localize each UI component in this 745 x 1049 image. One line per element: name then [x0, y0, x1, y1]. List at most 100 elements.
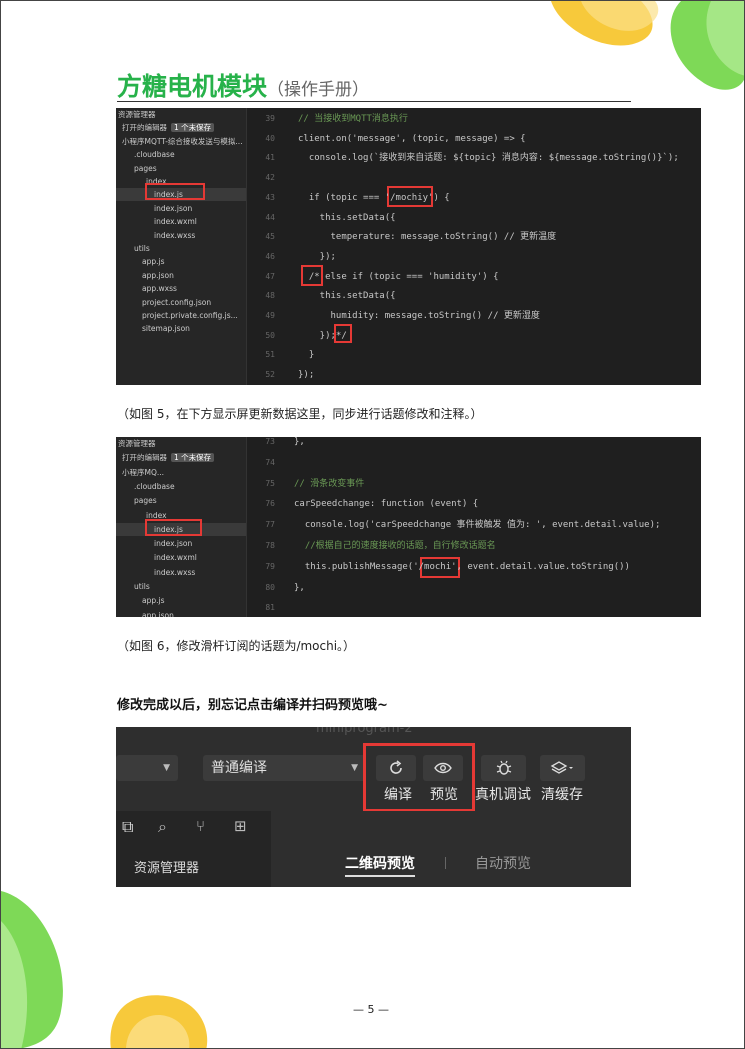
sidebar-item[interactable]: .cloudbase — [116, 480, 246, 493]
title-divider — [117, 101, 631, 102]
highlight-compile-preview — [363, 743, 475, 812]
line-number: 73 — [265, 437, 275, 446]
line-number: 45 — [265, 232, 275, 242]
line-number: 80 — [265, 582, 275, 592]
sidebar-item-label: app.js — [142, 257, 165, 267]
sidebar-item[interactable]: index.json — [116, 537, 246, 550]
git-branch-icon[interactable]: ⑂ — [196, 817, 205, 835]
sidebar-item[interactable]: project.config.json — [116, 296, 246, 309]
sidebar-item[interactable]: index.json — [116, 202, 246, 215]
document-page: 方糖电机模块（操作手册） 资源管理器 打开的编辑器 1 个未保存 小程序MQTT-综合… — [0, 0, 745, 1049]
bottom-panel: ⧉ ⌕ ⑂ ⊞ 资源管理器 二维码预览 自动预览 — [116, 811, 631, 887]
line-number: 75 — [265, 478, 275, 488]
remote-debug-button[interactable] — [481, 755, 526, 781]
sidebar-item[interactable]: 打开的编辑器 1 个未保存 — [116, 121, 246, 134]
project-dropdown[interactable]: ▼ — [116, 755, 178, 781]
sidebar-item-label: app.wxss — [142, 284, 177, 294]
sidebar-item[interactable]: app.json — [116, 269, 246, 282]
line-number: 79 — [265, 561, 275, 571]
caption-figure-6: （如图 6，修改滑杆订阅的话题为/mochi。） — [117, 639, 356, 653]
page-number: — 5 — — [353, 1003, 389, 1016]
sidebar-item[interactable]: index.wxss — [116, 229, 246, 242]
sidebar-item-label: 小程序MQTT-综合接收发送与模拟... — [122, 136, 243, 146]
sidebar-item-label: project.config.json — [142, 297, 212, 307]
compile-mode-select[interactable]: 普通编译 ▼ — [203, 755, 366, 781]
figure-6-code-editor: 资源管理器打开的编辑器 1 个未保存小程序MQ... .cloudbase pages… — [116, 437, 701, 617]
search-icon[interactable]: ⌕ — [158, 817, 167, 837]
sidebar-item[interactable]: sitemap.json — [116, 322, 246, 335]
line-number: 74 — [265, 457, 275, 467]
line-number: 41 — [265, 153, 275, 163]
bug-icon — [496, 760, 511, 775]
sidebar-item-label: project.private.config.js... — [142, 311, 238, 320]
clear-cache-button[interactable] — [540, 755, 585, 781]
sidebar-item[interactable]: utils — [116, 242, 246, 255]
line-number: 39 — [265, 114, 275, 123]
sidebar-item-label: .cloudbase — [134, 481, 175, 491]
tab-qr-preview[interactable]: 二维码预览 — [345, 853, 415, 877]
code-line: temperature: message.toString() // 更新温度 — [298, 232, 557, 243]
remote-debug-label: 真机调试 — [475, 787, 531, 803]
line-gutter: 73 74 75 76 77 78 79 80 81 — [247, 437, 281, 617]
line-gutter: 39 40 41 42 43 44 45 46 47 48 49 50 51 52 — [247, 108, 281, 385]
sidebar-item[interactable]: .cloudbase — [116, 148, 246, 161]
extensions-icon[interactable]: ⊞ — [234, 817, 247, 835]
code-line: // 当接收到MQTT消息执行 — [298, 114, 408, 124]
sidebar-item[interactable]: app.js — [116, 255, 246, 268]
sidebar-item[interactable]: 小程序MQ... — [116, 466, 246, 479]
sidebar-item[interactable]: pages — [116, 494, 246, 507]
sidebar-item[interactable]: project.private.config.js... — [116, 309, 246, 322]
sidebar-item[interactable]: 打开的编辑器 1 个未保存 — [116, 451, 246, 464]
tab-divider — [445, 857, 446, 869]
code-line: }, — [294, 437, 305, 447]
explorer-label: 资源管理器 — [134, 861, 200, 876]
line-number: 48 — [265, 291, 275, 301]
sidebar-item-label: pages — [134, 496, 157, 506]
sidebar-item[interactable]: pages — [116, 162, 246, 175]
code-line: humidity: message.toString() // 更新湿度 — [298, 311, 540, 321]
layers-icon — [550, 761, 573, 774]
sidebar-item-label: 打开的编辑器 — [122, 453, 167, 463]
unsaved-badge: 1 个未保存 — [171, 453, 215, 463]
code-line: console.log('carSpeedchange 事件被触发 值为: ',… — [294, 520, 661, 531]
code-line: }); — [298, 251, 336, 262]
sidebar-item-label: pages — [134, 163, 157, 173]
line-number: 47 — [265, 271, 275, 281]
tab-auto-preview[interactable]: 自动预览 — [475, 853, 531, 873]
line-number: 46 — [265, 251, 275, 261]
code-line: /* else if (topic === 'humidity') { — [298, 271, 499, 282]
code-line: if (topic === '/mochiy') { — [298, 192, 450, 203]
code-line: client.on('message', (topic, message) =>… — [298, 133, 526, 144]
code-line: this.setData({ — [298, 212, 396, 223]
decor-top-right — [551, 1, 744, 90]
sidebar-item[interactable]: index.wxml — [116, 551, 246, 564]
preview-panel: 二维码预览 自动预览 — [271, 811, 631, 887]
line-number: 42 — [265, 173, 275, 183]
sidebar-item-label: app.js — [142, 596, 165, 606]
code-line: // 滑条改变事件 — [294, 478, 365, 489]
sidebar-item[interactable]: 小程序MQTT-综合接收发送与模拟... — [116, 135, 246, 148]
sidebar-item[interactable]: 资源管理器 — [116, 108, 246, 121]
code-line: }); — [298, 370, 315, 381]
sidebar-item-label: index.wxss — [154, 567, 196, 577]
files-icon[interactable]: ⧉ — [122, 817, 133, 837]
highlight-index-js — [145, 183, 205, 200]
sidebar-item[interactable]: utils — [116, 580, 246, 593]
sidebar-item[interactable]: app.json — [116, 609, 246, 617]
sidebar-item[interactable]: app.js — [116, 594, 246, 607]
sidebar-item-label: index.wxml — [154, 553, 197, 563]
code-line: } — [298, 350, 315, 361]
code-line: carSpeedchange: function (event) { — [294, 499, 479, 510]
line-number: 40 — [265, 133, 275, 143]
sidebar-item-label: 资源管理器 — [118, 439, 156, 448]
sidebar-item[interactable]: app.wxss — [116, 282, 246, 295]
activity-icons: ⧉ ⌕ ⑂ ⊞ — [122, 817, 272, 837]
sidebar-item-label: index.json — [154, 539, 193, 549]
line-number: 49 — [265, 311, 275, 320]
line-number: 50 — [265, 330, 275, 340]
sidebar-item-label: app.json — [142, 610, 174, 617]
sidebar-item[interactable]: index.wxss — [116, 566, 246, 579]
sidebar-item[interactable]: index.wxml — [116, 215, 246, 228]
decor-bottom-left — [1, 891, 208, 1048]
sidebar-item[interactable]: 资源管理器 — [116, 437, 246, 450]
